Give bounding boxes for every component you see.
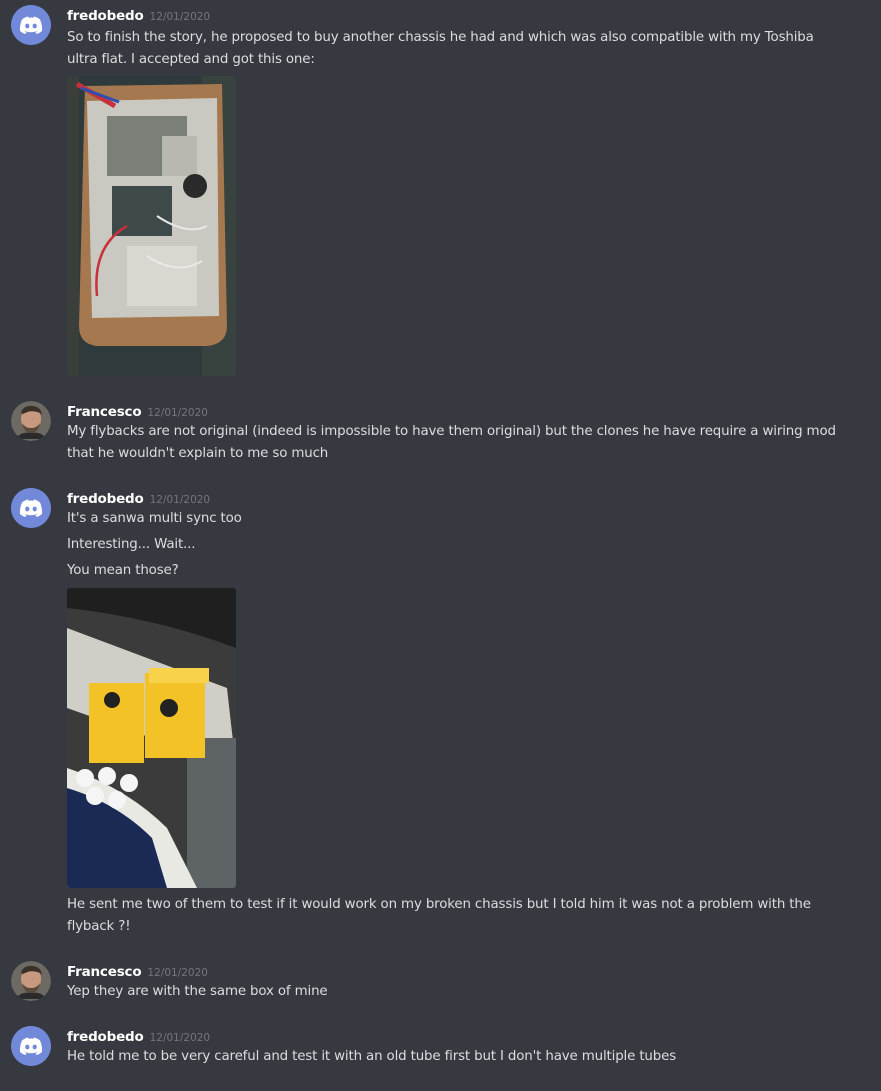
discord-logo-icon[interactable] — [11, 5, 51, 45]
message-text: flyback ?! — [67, 919, 131, 934]
message-text: Yep they are with the same box of mine — [67, 984, 328, 999]
message-text: ultra flat. I accepted and got this one: — [67, 52, 315, 67]
message-text: He sent me two of them to test if it wou… — [67, 897, 811, 912]
message-text: My flybacks are not original (indeed is … — [67, 424, 836, 439]
username[interactable]: fredobedo — [67, 1029, 144, 1045]
username[interactable]: fredobedo — [67, 8, 144, 24]
timestamp: 12/01/2020 — [147, 407, 208, 419]
image-attachment[interactable] — [67, 588, 236, 888]
photo-flyback-boxes — [67, 588, 236, 888]
user-photo-icon[interactable] — [11, 401, 51, 441]
message-text: that he wouldn't explain to me so much — [67, 446, 329, 461]
timestamp: 12/01/2020 — [149, 494, 211, 506]
message-text: So to finish the story, he proposed to b… — [67, 30, 814, 45]
message-text: Interesting... Wait... — [67, 537, 196, 552]
username[interactable]: Francesco — [67, 964, 142, 980]
discord-logo-icon[interactable] — [11, 1026, 51, 1066]
message-header: Francesco 12/01/2020 — [67, 401, 208, 421]
timestamp: 12/01/2020 — [149, 1032, 211, 1044]
message-header: Francesco 12/01/2020 — [67, 961, 208, 981]
timestamp: 12/01/2020 — [147, 967, 208, 979]
message-text: You mean those? — [67, 563, 179, 578]
message-header: fredobedo 12/01/2020 — [67, 5, 210, 25]
discord-logo-icon[interactable] — [11, 488, 51, 528]
photo-crt-chassis — [67, 76, 236, 376]
message-text: He told me to be very careful and test i… — [67, 1049, 677, 1064]
image-attachment[interactable] — [67, 76, 236, 376]
message-header: fredobedo 12/01/2020 — [67, 488, 210, 508]
user-photo-icon[interactable] — [11, 961, 51, 1001]
timestamp: 12/01/2020 — [149, 11, 211, 23]
message-text: It's a sanwa multi sync too — [67, 511, 242, 526]
username[interactable]: fredobedo — [67, 491, 144, 507]
username[interactable]: Francesco — [67, 404, 142, 420]
message-header: fredobedo 12/01/2020 — [67, 1026, 210, 1046]
